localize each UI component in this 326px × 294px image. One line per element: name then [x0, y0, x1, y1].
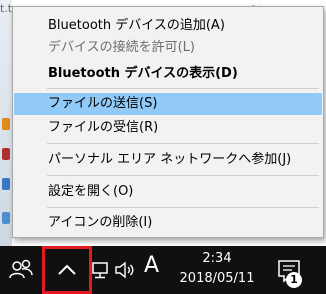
people-icon[interactable]	[8, 256, 36, 284]
menu-item-allow-connection[interactable]: デバイスの接続を許可(L)	[14, 37, 322, 59]
menu-separator	[47, 143, 319, 144]
taskbar: A 2:34 2018/05/11 1	[0, 246, 326, 294]
menu-item-send-file[interactable]: ファイルの送信(S)	[14, 93, 322, 115]
menu-separator	[47, 88, 319, 89]
clock-date[interactable]: 2018/05/11	[170, 269, 264, 289]
desktop-icon-fragment	[2, 118, 10, 130]
menu-item-remove-icon[interactable]: アイコンの削除(I)	[14, 212, 322, 234]
menu-item-show-bluetooth-devices[interactable]: Bluetooth デバイスの表示(D)	[14, 63, 322, 85]
show-hidden-icons-button[interactable]	[42, 246, 92, 294]
desktop-icon-fragment	[2, 212, 10, 224]
menu-separator	[47, 207, 319, 208]
menu-item-receive-file[interactable]: ファイルの受信(R)	[14, 117, 322, 139]
notification-count-badge: 1	[286, 272, 302, 288]
network-icon[interactable]	[90, 260, 110, 280]
desktop-icon-fragment	[2, 178, 10, 190]
menu-separator	[47, 175, 319, 176]
desktop-icon-fragment	[2, 148, 10, 160]
bluetooth-context-menu: Bluetooth デバイスの追加(A) デバイスの接続を許可(L) Bluet…	[12, 6, 324, 238]
chevron-up-icon	[56, 261, 78, 279]
menu-item-open-settings[interactable]: 設定を開く(O)	[14, 181, 322, 203]
ime-mode-indicator[interactable]: A	[144, 253, 159, 278]
volume-icon[interactable]	[114, 260, 136, 280]
menu-item-join-personal-area-network[interactable]: パーソナル エリア ネットワークへ参加(J)	[14, 149, 322, 171]
clock-time[interactable]: 2:34	[170, 249, 264, 269]
menu-item-add-bluetooth-device[interactable]: Bluetooth デバイスの追加(A)	[14, 15, 322, 37]
